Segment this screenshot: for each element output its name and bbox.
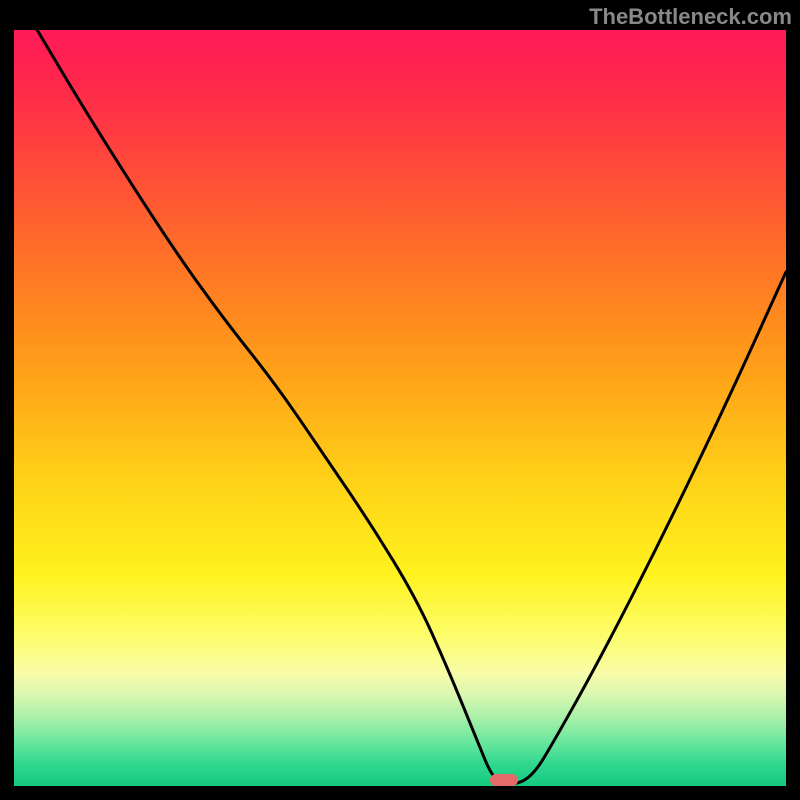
optimal-marker	[490, 774, 518, 786]
bottleneck-curve-path	[37, 30, 786, 784]
curve-svg	[14, 30, 786, 786]
plot-area	[14, 30, 786, 786]
attribution-text: TheBottleneck.com	[589, 4, 792, 30]
chart-frame: TheBottleneck.com	[0, 0, 800, 800]
